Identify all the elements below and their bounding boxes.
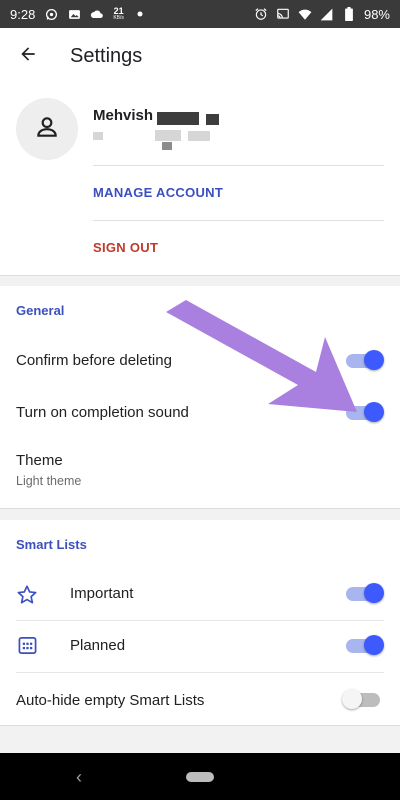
toggle-auto-hide[interactable] <box>342 689 380 709</box>
status-bar: 9:28 21 KB/s 98% <box>0 0 400 28</box>
setting-label: Confirm before deleting <box>16 351 172 369</box>
weather-icon <box>90 7 104 21</box>
section-header-smart-lists: Smart Lists <box>16 537 87 552</box>
smart-list-label: Important <box>70 585 134 602</box>
smart-list-label: Planned <box>70 637 126 654</box>
avatar[interactable] <box>16 98 78 160</box>
redacted-name <box>157 112 199 125</box>
divider <box>93 165 384 166</box>
photos-icon <box>67 7 81 21</box>
sign-out-button[interactable]: SIGN OUT <box>93 240 158 255</box>
divider <box>16 672 384 673</box>
cast-icon <box>276 7 290 21</box>
setting-theme[interactable]: Theme Light theme <box>0 452 400 500</box>
theme-label: Theme <box>16 452 63 469</box>
person-icon <box>34 114 60 145</box>
redacted-name-end <box>206 114 219 125</box>
section-header-general: General <box>16 303 65 318</box>
wifi-icon <box>298 7 312 21</box>
setting-confirm-delete[interactable]: Confirm before deleting <box>0 342 400 378</box>
redacted-email-2 <box>155 130 181 141</box>
app-bar: Settings <box>0 28 400 84</box>
manage-account-button[interactable]: MANAGE ACCOUNT <box>93 185 223 200</box>
calendar-icon <box>18 636 37 660</box>
page-title: Settings <box>70 44 143 67</box>
account-name: Mehvish <box>93 107 154 124</box>
smart-list-planned[interactable]: Planned <box>0 628 400 664</box>
divider <box>93 220 384 221</box>
toggle-planned[interactable] <box>346 635 384 655</box>
star-icon <box>16 584 38 611</box>
battery-percent: 98% <box>363 6 390 22</box>
whatsapp-icon <box>44 7 58 21</box>
dot-icon <box>133 7 147 21</box>
nav-back-button[interactable]: ‹ <box>76 767 82 788</box>
back-button[interactable] <box>0 28 56 84</box>
arrow-back-icon <box>18 44 38 69</box>
alarm-icon <box>254 7 268 21</box>
divider <box>16 620 384 621</box>
network-speed: 21 KB/s <box>113 6 124 22</box>
redacted-email <box>93 132 103 140</box>
setting-label: Auto-hide empty Smart Lists <box>16 691 205 709</box>
smart-lists-section: Smart Lists Important Planned Auto-hide … <box>0 520 400 726</box>
toggle-confirm-delete[interactable] <box>346 350 384 370</box>
signal-icon <box>320 7 334 21</box>
setting-completion-sound[interactable]: Turn on completion sound <box>0 394 400 430</box>
general-section: General Confirm before deleting Turn on … <box>0 286 400 509</box>
navigation-bar: ‹ <box>0 753 400 800</box>
battery-icon <box>342 7 356 21</box>
toggle-completion-sound[interactable] <box>346 402 384 422</box>
theme-value: Light theme <box>16 474 82 488</box>
smart-list-important[interactable]: Important <box>0 576 400 612</box>
toggle-important[interactable] <box>346 583 384 603</box>
redacted-email-4 <box>162 142 172 150</box>
nav-home-button[interactable] <box>186 771 214 782</box>
setting-label: Turn on completion sound <box>16 403 189 421</box>
redacted-email-3 <box>188 131 210 141</box>
account-card: Mehvish MANAGE ACCOUNT SIGN OUT <box>0 84 400 276</box>
status-time: 9:28 <box>10 6 36 22</box>
setting-auto-hide[interactable]: Auto-hide empty Smart Lists <box>0 682 400 718</box>
